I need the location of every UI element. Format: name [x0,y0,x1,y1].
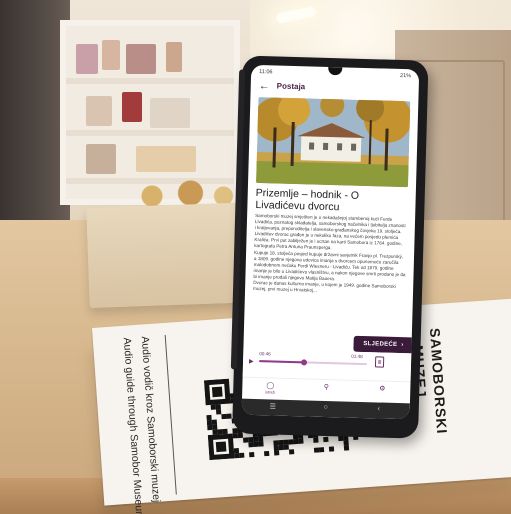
recents-icon[interactable]: ☰ [258,402,288,411]
audio-progress [259,360,305,364]
nav-explore-label: istraži [265,390,276,395]
nav-explore[interactable]: ◯ istraži [250,381,290,395]
station-description: Samoborski muzej smješten je u nekadašnj… [253,213,407,296]
home-icon[interactable]: ○ [311,404,341,412]
card-divider [164,334,177,495]
play-icon[interactable]: ▶ [249,358,254,365]
station-photo [256,97,411,188]
nav-settings[interactable]: ⚙ [362,384,402,393]
nav-profile[interactable]: ⚲ [306,382,346,391]
app-bar: ← Postaja [250,77,418,100]
audio-elapsed: 00:46 [259,351,271,357]
gear-icon: ⚙ [379,385,386,393]
next-button[interactable]: SLJEDEĆE › [353,335,414,354]
compass-icon: ◯ [266,382,275,390]
status-time: 11:06 [259,69,273,76]
audio-seekbar[interactable] [259,359,368,366]
phone-screen: 11:06 21% ← Postaja Prizemlje – hodnik -… [241,64,420,420]
station-heading: Prizemlje – hodnik - O Livadićevu dvorcu [255,186,360,214]
next-label: SLJEDEĆE [363,341,398,348]
arrow-left-icon[interactable]: ← [259,80,271,92]
document-icon[interactable] [374,356,385,368]
chevron-right-icon: › [399,342,404,349]
app-title: Postaja [276,81,306,92]
status-battery: 21% [399,72,412,80]
audio-seek-handle[interactable] [301,359,308,366]
card-brand-1: SAMOBORSKI [426,327,451,435]
person-icon: ⚲ [323,383,330,392]
audio-duration: 01:48 [351,353,363,360]
back-nav-icon[interactable]: ‹ [364,405,394,413]
smartphone: 11:06 21% ← Postaja Prizemlje – hodnik -… [232,55,429,439]
paragraph: Kupuje 18. stoljeća posjed kupuje državn… [253,249,406,282]
